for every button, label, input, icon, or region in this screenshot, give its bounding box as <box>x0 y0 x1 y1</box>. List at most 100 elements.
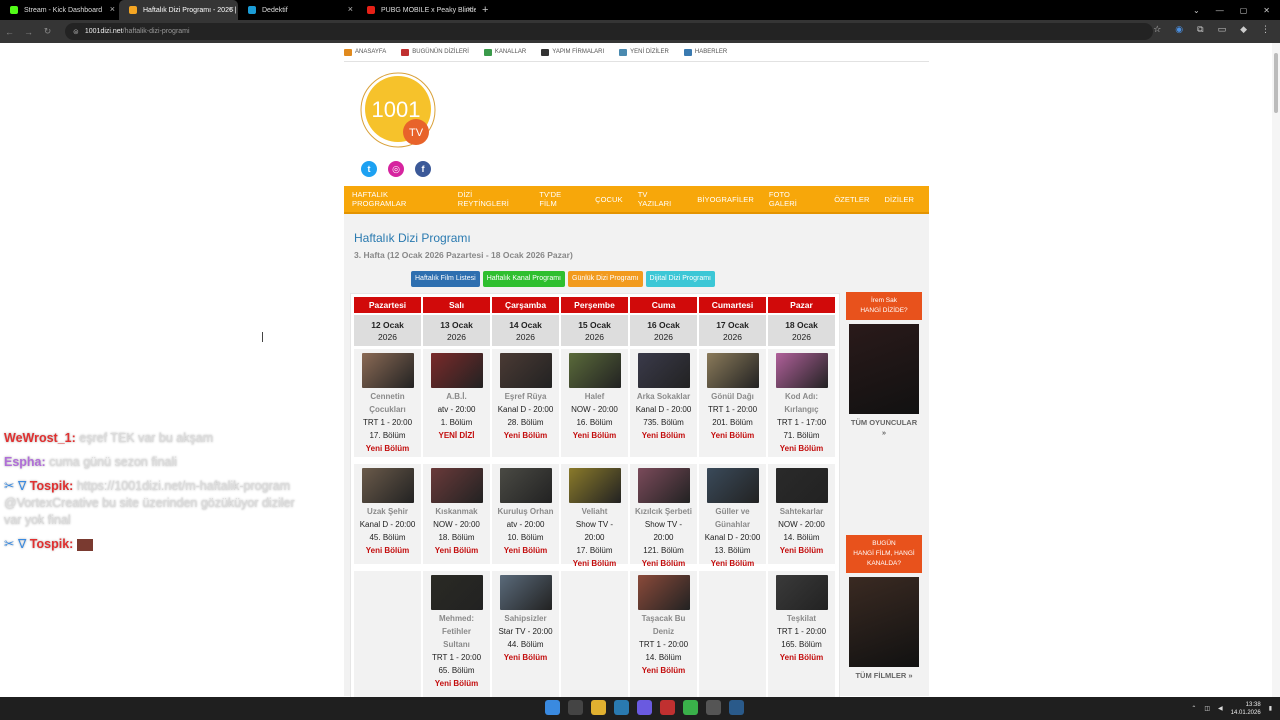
show-cell[interactable]: Arka Sokaklar Kanal D - 20:00 735. Bölüm Ye… <box>630 349 697 457</box>
close-tab-icon[interactable]: × <box>348 4 353 14</box>
show-title[interactable]: Sahipsizler <box>492 612 559 625</box>
main-nav-link[interactable]: FOTO GALERİ <box>769 190 819 208</box>
site-info-icon[interactable]: ⊜ <box>73 28 79 36</box>
show-poster[interactable] <box>775 468 828 503</box>
show-poster[interactable] <box>568 468 621 503</box>
top-nav-item[interactable]: YAPIM FİRMALARI <box>541 48 604 56</box>
browser-tab[interactable]: Stream - Kick Dashboard × <box>0 0 119 20</box>
program-button[interactable]: Haftalık Film Listesi <box>411 271 480 287</box>
sidebar-poster[interactable] <box>849 324 919 414</box>
show-title[interactable]: Kuruluş Orhan <box>492 505 559 518</box>
show-poster[interactable] <box>637 468 690 503</box>
close-tab-icon[interactable]: × <box>110 4 115 14</box>
show-cell[interactable]: Kuruluş Orhan atv - 20:00 10. Bölüm Yeni Bö… <box>492 464 559 564</box>
show-title[interactable]: Halef <box>561 390 628 403</box>
scrollbar-thumb[interactable] <box>1274 53 1278 113</box>
extensions-puzzle-icon[interactable]: ⧉ <box>1197 24 1203 35</box>
show-poster[interactable] <box>499 575 552 610</box>
minimize-icon[interactable]: — <box>1216 6 1224 15</box>
facebook-icon[interactable]: f <box>415 161 431 177</box>
bookmark-star-icon[interactable]: ☆ <box>1153 24 1161 35</box>
chat-username[interactable]: Tospik: <box>30 537 74 551</box>
show-cell[interactable]: Halef NOW - 20:00 16. Bölüm Yeni Bölüm <box>561 349 628 457</box>
url-field[interactable]: ⊜ 1001dizi.net/haftalik-dizi-programi <box>65 23 1153 40</box>
show-cell[interactable]: Sahtekarlar NOW - 20:00 14. Bölüm Yeni Bölü… <box>768 464 835 564</box>
close-tab-icon[interactable]: × <box>229 4 234 14</box>
browser-tab[interactable]: Dedektif × <box>238 0 357 20</box>
show-poster[interactable] <box>568 353 621 388</box>
chat-username[interactable]: Tospik: <box>30 479 74 493</box>
show-title[interactable]: Deniz <box>630 625 697 638</box>
show-poster[interactable] <box>706 468 759 503</box>
show-cell[interactable]: Taşacak Bu Deniz TRT 1 - 20:00 14. Bölüm Yen… <box>630 571 697 697</box>
new-tab-icon[interactable]: + <box>482 4 488 16</box>
show-poster[interactable] <box>706 353 759 388</box>
show-cell[interactable]: Güller ve Günahlar Kanal D - 20:00 13. Bölü… <box>699 464 766 568</box>
browser-tab[interactable]: PUBG MOBILE x Peaky Blinders × <box>357 0 476 20</box>
show-cell[interactable]: A.B.İ. atv - 20:00 1. Bölüm YENİ DİZİ <box>423 349 490 457</box>
show-poster[interactable] <box>430 468 483 503</box>
show-cell[interactable]: Gönül Dağı TRT 1 - 20:00 201. Bölüm Yeni Bö… <box>699 349 766 457</box>
show-title[interactable]: Çocukları <box>354 403 421 416</box>
chrome-icon[interactable] <box>683 700 698 715</box>
show-cell[interactable]: Mehmed: Fetihler Sultanı TRT 1 - 20:00 65. B… <box>423 571 490 697</box>
cast-icon[interactable]: ▭ <box>1218 24 1227 35</box>
maximize-icon[interactable]: ▢ <box>1240 6 1248 15</box>
show-title[interactable]: Kod Adı: <box>768 390 835 403</box>
volume-icon[interactable]: ◀ <box>1218 705 1223 712</box>
reload-icon[interactable]: ↻ <box>38 26 57 37</box>
chat-username[interactable]: Espha: <box>4 455 46 469</box>
browser-tab[interactable]: Haftalık Dizi Programı - 2026 | × <box>119 0 238 20</box>
show-cell[interactable]: Eşref Rüya Kanal D - 20:00 28. Bölüm Yeni B… <box>492 349 559 457</box>
chevron-down-icon[interactable]: ⌄ <box>1193 6 1200 15</box>
show-title[interactable]: Mehmed: <box>423 612 490 625</box>
chevron-up-icon[interactable]: ⌃ <box>1191 705 1196 712</box>
show-cell[interactable]: Sahipsizler Star TV - 20:00 44. Bölüm Yeni … <box>492 571 559 697</box>
program-button[interactable]: Dijital Dizi Programı <box>645 271 715 287</box>
top-nav-item[interactable]: HABERLER <box>683 48 727 56</box>
show-title[interactable]: Taşacak Bu <box>630 612 697 625</box>
show-poster[interactable] <box>430 353 483 388</box>
show-title[interactable]: Cennetin <box>354 390 421 403</box>
settings-icon[interactable] <box>706 700 721 715</box>
show-poster[interactable] <box>775 353 828 388</box>
discord-icon[interactable] <box>637 700 652 715</box>
show-cell[interactable]: Uzak Şehir Kanal D - 20:00 45. Bölüm Yeni B… <box>354 464 421 564</box>
file-explorer-icon[interactable] <box>591 700 606 715</box>
shield-icon[interactable]: ◆ <box>1240 24 1247 35</box>
show-title[interactable]: Teşkilat <box>768 612 835 625</box>
show-title[interactable]: Gönül Dağı <box>699 390 766 403</box>
clock[interactable]: 13:38 14.01.2026 <box>1231 701 1261 717</box>
main-nav-link[interactable]: TV YAZILARI <box>638 190 683 208</box>
show-poster[interactable] <box>361 468 414 503</box>
show-cell[interactable]: Kıskanmak NOW - 20:00 18. Bölüm Yeni Bölüm <box>423 464 490 564</box>
notification-icon[interactable]: ▮ <box>1269 705 1272 712</box>
top-nav-item[interactable]: KANALLAR <box>483 48 526 56</box>
show-title[interactable]: Kırlangıç <box>768 403 835 416</box>
network-icon[interactable]: ◫ <box>1204 705 1210 712</box>
sidebar-link[interactable]: TÜM OYUNCULAR» <box>846 418 922 438</box>
show-cell[interactable]: Cennetin Çocukları TRT 1 - 20:00 17. Bölüm Y… <box>354 349 421 457</box>
search-icon[interactable] <box>568 700 583 715</box>
show-title[interactable]: Veliaht <box>561 505 628 518</box>
show-cell[interactable]: Kod Adı: Kırlangıç TRT 1 - 17:00 71. Bölüm Y… <box>768 349 835 457</box>
app-icon[interactable] <box>660 700 675 715</box>
program-button[interactable]: Haftalık Kanal Programı <box>482 271 565 287</box>
show-title[interactable]: Arka Sokaklar <box>630 390 697 403</box>
show-poster[interactable] <box>775 575 828 610</box>
steam-icon[interactable] <box>729 700 744 715</box>
show-title[interactable]: Uzak Şehir <box>354 505 421 518</box>
site-logo[interactable]: 1001 TV <box>360 72 436 148</box>
main-nav-link[interactable]: TV'DE FİLM <box>539 190 580 208</box>
main-nav-link[interactable]: ÇOCUK <box>595 195 623 204</box>
show-title[interactable]: Güller ve <box>699 505 766 518</box>
show-poster[interactable] <box>637 353 690 388</box>
show-poster[interactable] <box>430 575 483 610</box>
start-icon[interactable] <box>545 700 560 715</box>
main-nav-link[interactable]: ÖZETLER <box>834 195 869 204</box>
instagram-icon[interactable]: ◎ <box>388 161 404 177</box>
show-poster[interactable] <box>637 575 690 610</box>
show-title[interactable]: Günahlar <box>699 518 766 531</box>
twitter-icon[interactable]: t <box>361 161 377 177</box>
chat-username[interactable]: WeWrost_1: <box>4 431 76 445</box>
